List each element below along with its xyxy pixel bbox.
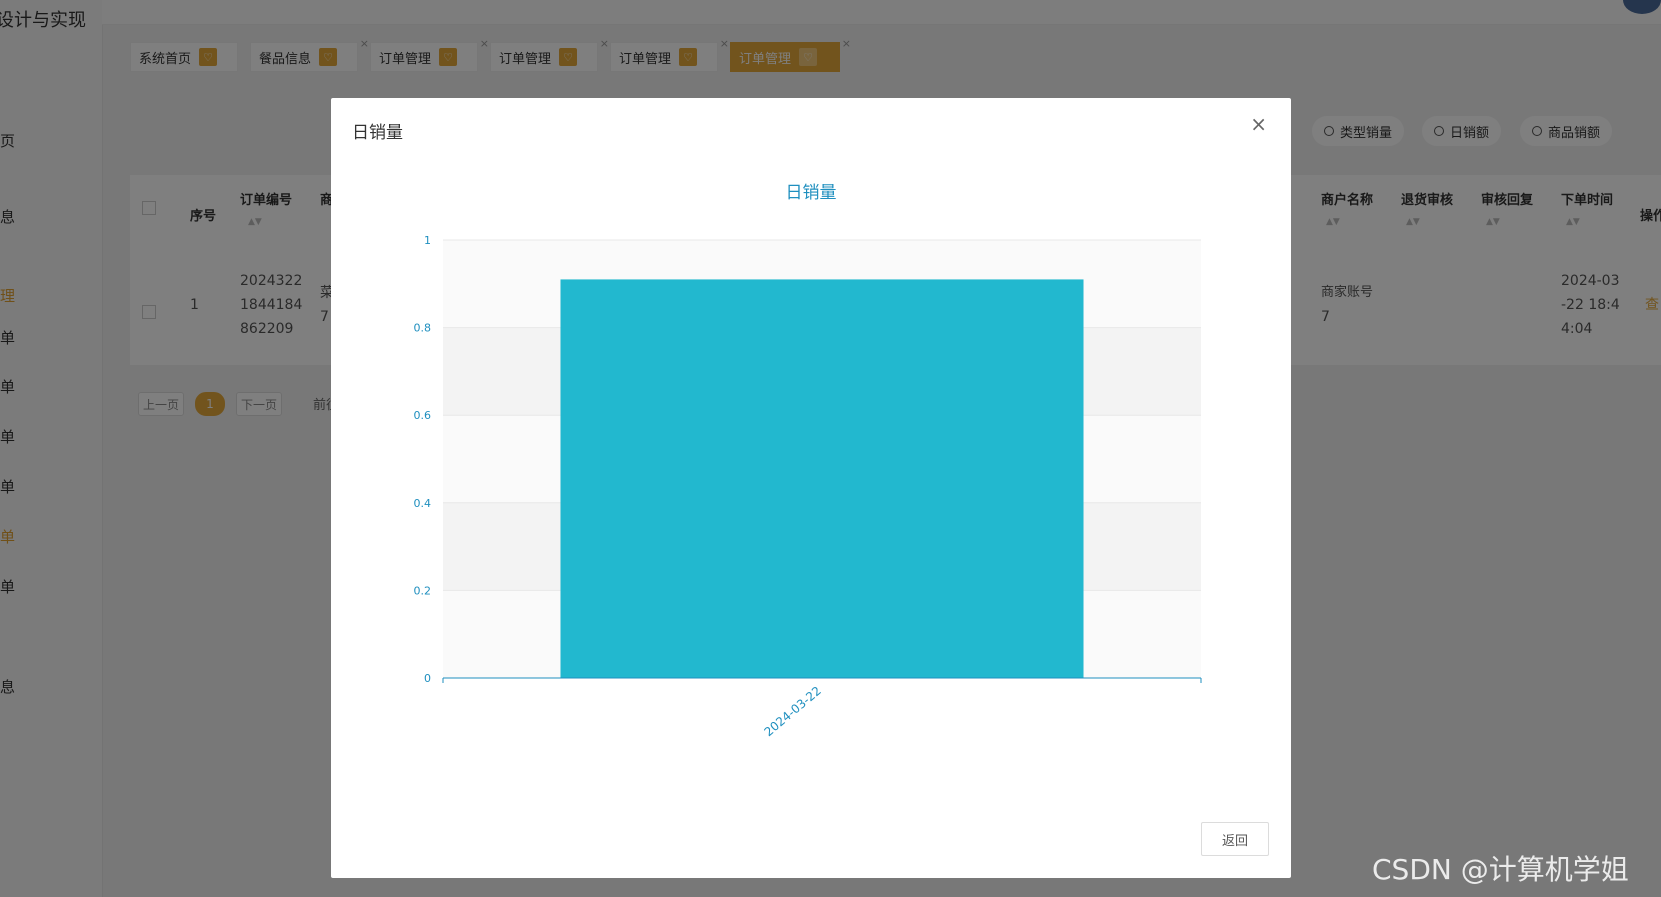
modal-title: 日销量	[352, 123, 403, 143]
close-icon[interactable]: ×	[1250, 112, 1267, 136]
y-tick-label: 1	[424, 234, 431, 247]
y-tick-label: 0.2	[414, 584, 432, 597]
x-axis: 2024-03-22	[442, 677, 1202, 740]
y-tick-label: 0.8	[414, 322, 432, 335]
y-tick-label: 0	[424, 672, 431, 685]
bar	[560, 279, 1084, 678]
x-tick-label: 2024-03-22	[761, 684, 823, 740]
daily-sales-modal: 日销量 × 日销量 0 0.2 0.4 0.6 0.8 1 2024-03-22 返回	[331, 98, 1291, 878]
watermark: CSDN @计算机学姐	[1372, 853, 1629, 886]
bar-series	[560, 279, 1084, 678]
back-button[interactable]: 返回	[1201, 822, 1269, 856]
y-tick-label: 0.6	[414, 409, 432, 422]
chart-title: 日销量	[786, 183, 837, 203]
y-tick-label: 0.4	[414, 497, 432, 510]
daily-sales-chart: 日销量 0 0.2 0.4 0.6 0.8 1 2024-03-22	[414, 183, 1202, 740]
y-axis: 0 0.2 0.4 0.6 0.8 1	[414, 234, 432, 685]
